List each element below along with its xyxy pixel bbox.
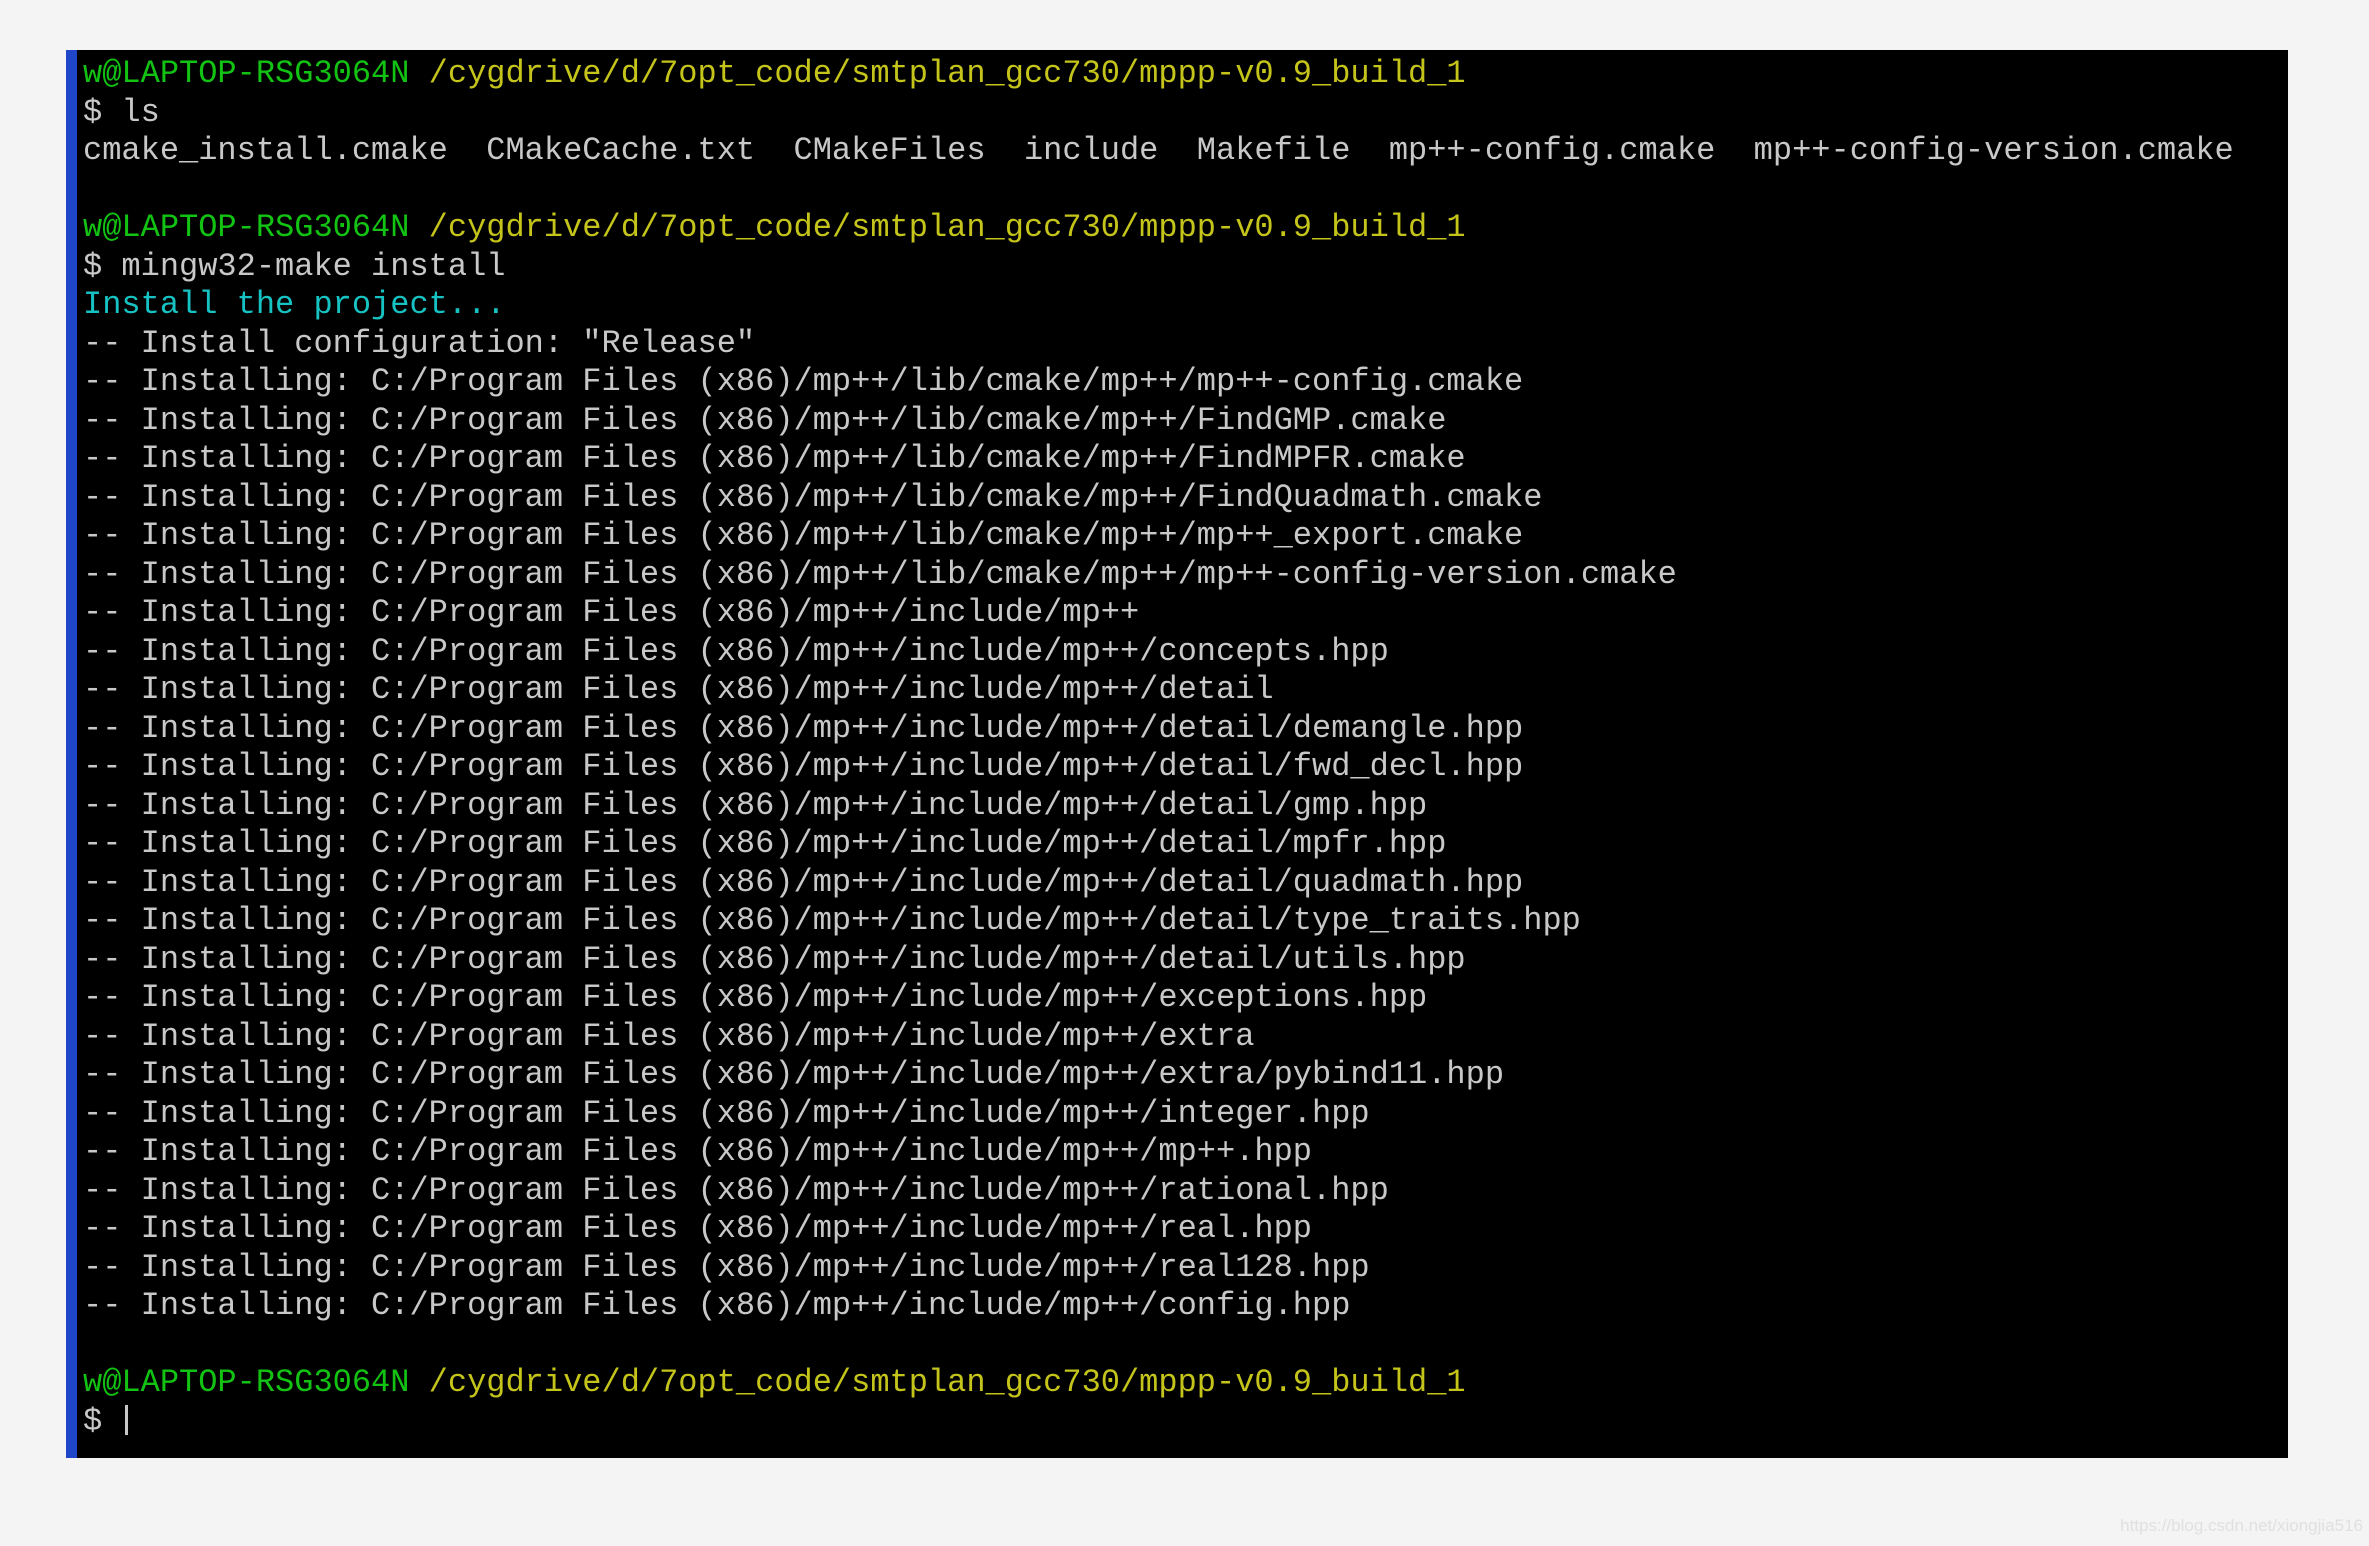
prompt-line: w@LAPTOP-RSG3064N /cygdrive/d/7opt_code/… bbox=[83, 1364, 2288, 1403]
output-line: -- Installing: C:/Program Files (x86)/mp… bbox=[83, 517, 1524, 554]
output-line: -- Installing: C:/Program Files (x86)/mp… bbox=[83, 632, 1389, 670]
prompt-line: w@LAPTOP-RSG3064N /cygdrive/d/7opt_code/… bbox=[83, 209, 2288, 248]
output-line: -- Installing: C:/Program Files (x86)/mp… bbox=[83, 363, 1524, 400]
output-line: -- Installing: C:/Program Files (x86)/mp… bbox=[83, 902, 1581, 939]
output-line: -- Installing: C:/Program Files (x86)/mp… bbox=[83, 1287, 1351, 1324]
output-line: -- Installing: C:/Program Files (x86)/mp… bbox=[83, 748, 1524, 785]
prompt-path: /cygdrive/d/7opt_code/smtplan_gcc730/mpp… bbox=[428, 55, 1466, 92]
output-line: -- Installing: C:/Program Files (x86)/mp… bbox=[83, 709, 1524, 747]
output-line: -- Install configuration: "Release" bbox=[83, 324, 756, 362]
input-line[interactable]: $ bbox=[83, 1403, 2288, 1442]
output-line: -- Installing: C:/Program Files (x86)/mp… bbox=[83, 671, 1274, 708]
output-line: -- Installing: C:/Program Files (x86)/mp… bbox=[83, 440, 1466, 477]
prompt-user: w@LAPTOP-RSG3064N bbox=[83, 1364, 410, 1401]
output-line: -- Installing: C:/Program Files (x86)/mp… bbox=[83, 1094, 1370, 1132]
prompt-symbol: $ bbox=[83, 1402, 122, 1440]
prompt-user: w@LAPTOP-RSG3064N bbox=[83, 209, 410, 246]
output-line: -- Installing: C:/Program Files (x86)/mp… bbox=[83, 478, 1543, 516]
output-line: -- Installing: C:/Program Files (x86)/mp… bbox=[83, 1056, 1505, 1093]
install-message: Install the project... bbox=[83, 286, 506, 323]
output-line: -- Installing: C:/Program Files (x86)/mp… bbox=[83, 940, 1466, 978]
prompt-path: /cygdrive/d/7opt_code/smtplan_gcc730/mpp… bbox=[428, 209, 1466, 246]
output-line: -- Installing: C:/Program Files (x86)/mp… bbox=[83, 825, 1447, 862]
ls-output: cmake_install.cmake CMakeCache.txt CMake… bbox=[83, 132, 2234, 169]
prompt-line: w@LAPTOP-RSG3064N /cygdrive/d/7opt_code/… bbox=[83, 55, 2288, 94]
output-line: -- Installing: C:/Program Files (x86)/mp… bbox=[83, 401, 1447, 439]
output-line: -- Installing: C:/Program Files (x86)/mp… bbox=[83, 1171, 1389, 1209]
prompt-path: /cygdrive/d/7opt_code/smtplan_gcc730/mpp… bbox=[428, 1364, 1466, 1401]
command-line: $ mingw32-make install bbox=[83, 247, 506, 285]
output-line: -- Installing: C:/Program Files (x86)/mp… bbox=[83, 786, 1428, 824]
output-line: -- Installing: C:/Program Files (x86)/mp… bbox=[83, 1248, 1370, 1286]
output-line: -- Installing: C:/Program Files (x86)/mp… bbox=[83, 979, 1428, 1016]
text-cursor bbox=[125, 1404, 129, 1435]
output-line: -- Installing: C:/Program Files (x86)/mp… bbox=[83, 594, 1140, 631]
output-line: -- Installing: C:/Program Files (x86)/mp… bbox=[83, 1017, 1255, 1055]
output-line: -- Installing: C:/Program Files (x86)/mp… bbox=[83, 863, 1524, 901]
output-line: -- Installing: C:/Program Files (x86)/mp… bbox=[83, 555, 1677, 593]
terminal-window[interactable]: w@LAPTOP-RSG3064N /cygdrive/d/7opt_code/… bbox=[66, 50, 2288, 1458]
install-output: -- Install configuration: "Release" -- In… bbox=[83, 325, 2288, 1326]
output-line: -- Installing: C:/Program Files (x86)/mp… bbox=[83, 1210, 1312, 1247]
prompt-user: w@LAPTOP-RSG3064N bbox=[83, 55, 410, 92]
command-line: $ ls bbox=[83, 93, 160, 131]
output-line: -- Installing: C:/Program Files (x86)/mp… bbox=[83, 1133, 1312, 1170]
watermark: https://blog.csdn.net/xiongjia516 bbox=[2120, 1516, 2363, 1535]
